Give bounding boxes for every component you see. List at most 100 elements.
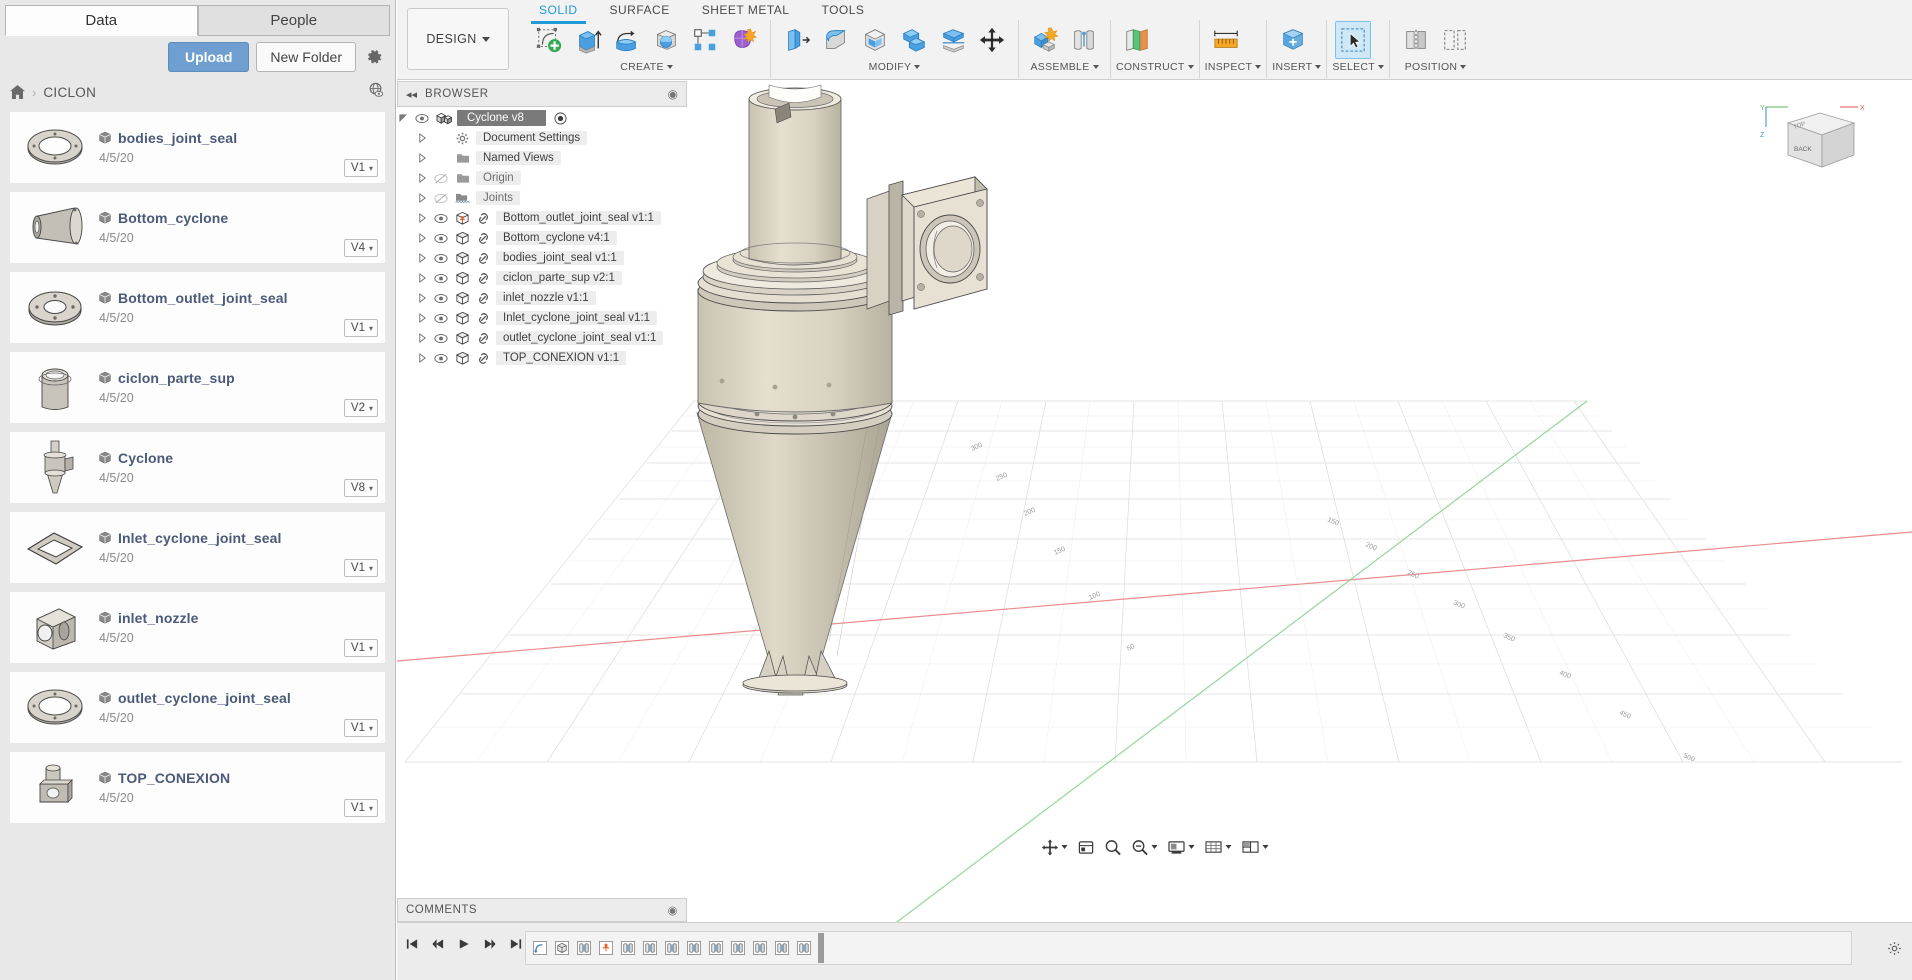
file-card[interactable]: Cyclone4/5/20V8▾ [10, 432, 385, 503]
expand-arrow-icon[interactable] [416, 153, 428, 163]
tree-node[interactable]: inlet_nozzle v1:1 [397, 288, 687, 308]
timeline-track[interactable] [525, 931, 1852, 965]
ribbon-group-label[interactable]: ASSEMBLE [1024, 60, 1105, 74]
home-icon[interactable] [10, 85, 25, 99]
link-icon[interactable] [476, 332, 491, 345]
link-icon[interactable] [476, 212, 491, 225]
tree-node[interactable]: outlet_cyclone_joint_seal v1:1 [397, 328, 687, 348]
tree-node[interactable]: bodies_joint_seal v1:1 [397, 248, 687, 268]
zoom-window-icon[interactable] [1131, 839, 1157, 856]
version-badge[interactable]: V4▾ [344, 239, 378, 257]
display-settings-icon[interactable] [1167, 840, 1194, 855]
version-badge[interactable]: V1▾ [344, 319, 378, 337]
timeline-playback-controls[interactable] [405, 937, 523, 951]
position-icon[interactable] [1398, 21, 1434, 59]
panel-options-icon[interactable]: ◉ [667, 903, 678, 917]
ribbon-group-label[interactable]: MODIFY [776, 60, 1013, 74]
tree-node[interactable]: Document Settings [397, 128, 687, 148]
activate-icon[interactable] [554, 112, 567, 125]
offset-plane-icon[interactable] [1119, 21, 1155, 59]
feature-joint-icon[interactable] [772, 935, 792, 961]
capture-position-icon[interactable] [1437, 21, 1473, 59]
tree-node[interactable]: ciclon_parte_sup v2:1 [397, 268, 687, 288]
file-card[interactable]: TOP_CONEXION4/5/20V1▾ [10, 752, 385, 823]
combine-icon[interactable] [896, 21, 932, 59]
eye-visible-icon[interactable] [433, 333, 449, 344]
eye-hidden-icon[interactable] [433, 193, 449, 204]
expand-arrow-icon[interactable] [416, 173, 428, 183]
ribbon-tab-sheet-metal[interactable]: SHEET METAL [686, 2, 806, 20]
feature-joint-icon[interactable] [794, 935, 814, 961]
link-icon[interactable] [476, 252, 491, 265]
file-card[interactable]: Bottom_cyclone4/5/20V4▾ [10, 192, 385, 263]
timeline-marker[interactable] [818, 933, 824, 963]
file-card[interactable]: Bottom_outlet_joint_seal4/5/20V1▾ [10, 272, 385, 343]
expand-arrow-icon[interactable] [416, 273, 428, 283]
ribbon-tab-surface[interactable]: SURFACE [594, 2, 686, 20]
file-card[interactable]: inlet_nozzle4/5/20V1▾ [10, 592, 385, 663]
tree-node[interactable]: Origin [397, 168, 687, 188]
pan-icon[interactable] [1077, 839, 1094, 856]
tree-node[interactable]: Inlet_cyclone_joint_seal v1:1 [397, 308, 687, 328]
eye-visible-icon[interactable] [433, 293, 449, 304]
gear-icon[interactable] [1887, 941, 1902, 956]
ribbon-group-label[interactable]: POSITION [1395, 60, 1476, 74]
link-icon[interactable] [476, 292, 491, 305]
version-badge[interactable]: V1▾ [344, 639, 378, 657]
file-card[interactable]: bodies_joint_seal4/5/20V1▾ [10, 112, 385, 183]
link-icon[interactable] [476, 352, 491, 365]
eye-visible-icon[interactable] [433, 253, 449, 264]
viewcube[interactable]: Y X Z BACK TOP [1758, 93, 1868, 183]
collapse-left-icon[interactable]: ◂◂ [406, 88, 417, 101]
feature-joint-icon[interactable] [684, 935, 704, 961]
expand-arrow-icon[interactable] [416, 293, 428, 303]
new-folder-button[interactable]: New Folder [256, 42, 356, 72]
eye-hidden-icon[interactable] [433, 173, 449, 184]
expand-arrow-icon[interactable] [416, 213, 428, 223]
version-badge[interactable]: V1▾ [344, 799, 378, 817]
eye-visible-icon[interactable] [414, 113, 430, 124]
ribbon-tab-solid[interactable]: SOLID [523, 2, 594, 20]
create-sketch-icon[interactable] [531, 21, 567, 59]
feature-grounded-icon[interactable] [596, 935, 616, 961]
create-form-icon[interactable] [726, 21, 762, 59]
select-icon[interactable] [1335, 21, 1371, 59]
feature-joint-icon[interactable] [662, 935, 682, 961]
expand-arrow-icon[interactable] [416, 313, 428, 323]
zoom-icon[interactable] [1104, 839, 1121, 856]
expand-arrow-icon[interactable] [397, 113, 409, 124]
ribbon-group-label[interactable]: SELECT [1332, 60, 1384, 74]
step-back-icon[interactable] [431, 937, 445, 951]
version-badge[interactable]: V8▾ [344, 479, 378, 497]
revolve-icon[interactable] [609, 21, 645, 59]
file-list[interactable]: bodies_joint_seal4/5/20V1▾ Bottom_cyclone… [0, 112, 395, 980]
tab-data[interactable]: Data [5, 5, 198, 36]
ribbon-group-label[interactable]: INSPECT [1205, 60, 1262, 74]
tree-node[interactable]: Bottom_cyclone v4:1 [397, 228, 687, 248]
tab-people[interactable]: People [198, 5, 391, 36]
version-badge[interactable]: V2▾ [344, 399, 378, 417]
tree-node[interactable]: Bottom_outlet_joint_seal v1:1 [397, 208, 687, 228]
hole-icon[interactable] [648, 21, 684, 59]
expand-arrow-icon[interactable] [416, 353, 428, 363]
ribbon-group-label[interactable]: CREATE [528, 60, 765, 74]
feature-joint-icon[interactable] [618, 935, 638, 961]
move-copy-icon[interactable] [974, 21, 1010, 59]
skip-to-beginning-icon[interactable] [405, 937, 419, 951]
viewports-icon[interactable] [1241, 840, 1268, 855]
measure-icon[interactable] [1208, 21, 1244, 59]
eye-visible-icon[interactable] [433, 273, 449, 284]
tree-node[interactable]: TOP_CONEXION v1:1 [397, 348, 687, 368]
offset-face-icon[interactable] [935, 21, 971, 59]
rectangular-pattern-icon[interactable] [687, 21, 723, 59]
eye-visible-icon[interactable] [433, 213, 449, 224]
grid-snap-icon[interactable] [1204, 840, 1231, 855]
tree-root-node[interactable]: Cyclone v8 [397, 108, 687, 128]
new-component-icon[interactable] [1027, 21, 1063, 59]
view-navigation-bar[interactable] [1041, 834, 1268, 860]
insert-mcmaster-icon[interactable] [1275, 21, 1311, 59]
feature-joint-icon[interactable] [728, 935, 748, 961]
comments-panel[interactable]: COMMENTS ◉ [397, 898, 687, 922]
joint-icon[interactable] [1066, 21, 1102, 59]
feature-component-icon[interactable] [552, 935, 572, 961]
